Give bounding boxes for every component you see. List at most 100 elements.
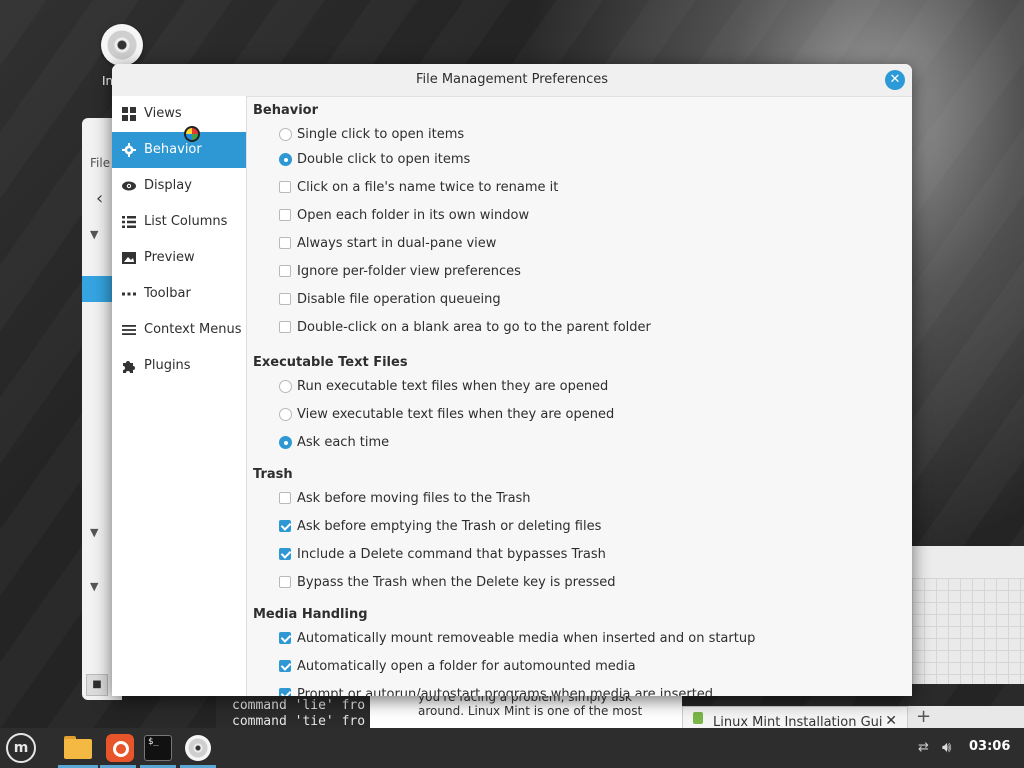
document-line: around. Linux Mint is one of the most [418, 704, 643, 718]
check-blank-area-parent[interactable]: Double-click on a blank area to go to th… [279, 318, 651, 338]
checkbox[interactable] [279, 265, 291, 277]
browser-tab[interactable]: Linux Mint Installation Gui ✕ [682, 706, 908, 730]
option-label: Double-click on a blank area to go to th… [297, 320, 651, 335]
disc-icon [101, 24, 143, 66]
sidebar-item-display[interactable]: Display [112, 168, 246, 204]
radio-button[interactable] [279, 408, 292, 421]
browser-tabstrip: + [908, 706, 1024, 728]
folder-icon [64, 739, 92, 759]
disc-icon [185, 735, 211, 761]
option-label: Automatically open a folder for automoun… [297, 659, 636, 674]
background-window-strip [912, 546, 1024, 578]
terminal-line: command 'lie' fro [232, 698, 366, 713]
sidebar-item-list-columns[interactable]: List Columns [112, 204, 246, 240]
checkbox[interactable] [279, 293, 291, 305]
radio-button[interactable] [279, 153, 292, 166]
close-tab-icon[interactable]: ✕ [885, 713, 897, 729]
close-button[interactable]: ✕ [885, 70, 905, 90]
firefox-icon [106, 734, 134, 762]
check-dual-pane[interactable]: Always start in dual-pane view [279, 234, 497, 254]
option-label: Automatically mount removeable media whe… [297, 631, 756, 646]
check-own-window[interactable]: Open each folder in its own window [279, 206, 530, 226]
disc-launcher[interactable] [182, 732, 214, 764]
check-ask-before-moving[interactable]: Ask before moving files to the Trash [279, 489, 531, 509]
check-automount[interactable]: Automatically mount removeable media whe… [279, 629, 756, 649]
sidebar-item-views[interactable]: Views [112, 96, 246, 132]
terminal-launcher[interactable]: $_ [142, 732, 174, 764]
sidebar-item-label: Plugins [144, 358, 191, 373]
sidebar-item-behavior[interactable]: Behavior [112, 132, 246, 168]
firefox-launcher[interactable] [104, 732, 136, 764]
option-label: Run executable text files when they are … [297, 379, 609, 394]
checkbox[interactable] [279, 576, 291, 588]
checkbox[interactable] [279, 237, 291, 249]
sidebar-item-context-menus[interactable]: Context Menus [112, 312, 246, 348]
dialog-titlebar[interactable]: File Management Preferences ✕ [112, 64, 912, 97]
folder-icon[interactable]: ■ [86, 674, 108, 696]
radio-double-click[interactable]: Double click to open items [279, 150, 471, 170]
checkbox[interactable] [279, 492, 291, 504]
check-auto-open-folder[interactable]: Automatically open a folder for automoun… [279, 657, 636, 677]
option-label: Ignore per-folder view preferences [297, 264, 521, 279]
clock[interactable]: 03:06 [969, 739, 1010, 754]
check-disable-queueing[interactable]: Disable file operation queueing [279, 290, 501, 310]
checkbox[interactable] [279, 520, 291, 532]
option-label: View executable text files when they are… [297, 407, 615, 422]
preferences-content: Behavior Single click to open items Doub… [247, 96, 912, 696]
check-bypass-trash[interactable]: Bypass the Trash when the Delete key is … [279, 573, 616, 593]
radio-button[interactable] [279, 380, 292, 393]
check-autorun-prompt[interactable]: Prompt or autorun/autostart programs whe… [279, 685, 714, 696]
checkbox[interactable] [279, 660, 291, 672]
desktop-disc-icon[interactable]: In [98, 24, 146, 88]
back-arrow-icon[interactable]: ‹ [96, 188, 103, 209]
checkbox[interactable] [279, 321, 291, 333]
sidebar-item-label: Preview [144, 250, 195, 265]
check-ignore-per-folder[interactable]: Ignore per-folder view preferences [279, 262, 521, 282]
sidebar-item-label: Behavior [144, 142, 202, 157]
volume-icon[interactable]: 🔊︎ [942, 738, 951, 756]
radio-button[interactable] [279, 436, 292, 449]
option-label: Always start in dual-pane view [297, 236, 497, 251]
file-manager-title-fragment: File [90, 156, 111, 170]
checkbox[interactable] [279, 181, 291, 193]
checkbox[interactable] [279, 632, 291, 644]
radio-button[interactable] [279, 128, 292, 141]
expander-icon[interactable]: ▼ [90, 526, 98, 539]
preferences-sidebar: Views Behavior Display List Columns Prev… [112, 96, 247, 696]
option-label: Open each folder in its own window [297, 208, 530, 223]
sidebar-item-plugins[interactable]: Plugins [112, 348, 246, 384]
page-icon [693, 712, 703, 724]
radio-run-executable[interactable]: Run executable text files when they are … [279, 377, 609, 397]
checkbox[interactable] [279, 548, 291, 560]
dots-icon [122, 292, 136, 296]
gear-icon [122, 143, 136, 157]
radio-single-click[interactable]: Single click to open items [279, 125, 465, 145]
checkbox[interactable] [279, 688, 291, 696]
checkbox[interactable] [279, 209, 291, 221]
check-delete-command[interactable]: Include a Delete command that bypasses T… [279, 545, 606, 565]
files-launcher[interactable] [62, 732, 94, 764]
puzzle-icon [123, 361, 135, 373]
option-label: Double click to open items [297, 152, 471, 167]
mint-menu-button[interactable]: m [6, 733, 36, 763]
sidebar-item-label: Display [144, 178, 192, 193]
new-tab-button[interactable]: + [916, 706, 931, 727]
expander-icon[interactable]: ▼ [90, 228, 98, 241]
option-label: Single click to open items [297, 127, 465, 142]
sidebar-item-toolbar[interactable]: Toolbar [112, 276, 246, 312]
check-ask-before-emptying[interactable]: Ask before emptying the Trash or deletin… [279, 517, 601, 537]
radio-view-executable[interactable]: View executable text files when they are… [279, 405, 615, 425]
check-rename-click[interactable]: Click on a file's name twice to rename i… [279, 178, 559, 198]
background-terminal[interactable]: command 'lie' fro command 'tie' fro [216, 696, 370, 728]
expander-icon[interactable]: ▼ [90, 580, 98, 593]
background-window-grid [912, 578, 1024, 684]
network-icon[interactable]: ⇄ [918, 740, 934, 756]
terminal-line: command 'tie' fro [232, 714, 366, 728]
image-icon [122, 252, 136, 264]
sidebar-item-preview[interactable]: Preview [112, 240, 246, 276]
option-label: Prompt or autorun/autostart programs whe… [297, 687, 714, 696]
option-label: Click on a file's name twice to rename i… [297, 180, 559, 195]
radio-ask-each-time[interactable]: Ask each time [279, 433, 389, 453]
mint-logo-icon: m [13, 740, 29, 756]
option-label: Include a Delete command that bypasses T… [297, 547, 606, 562]
